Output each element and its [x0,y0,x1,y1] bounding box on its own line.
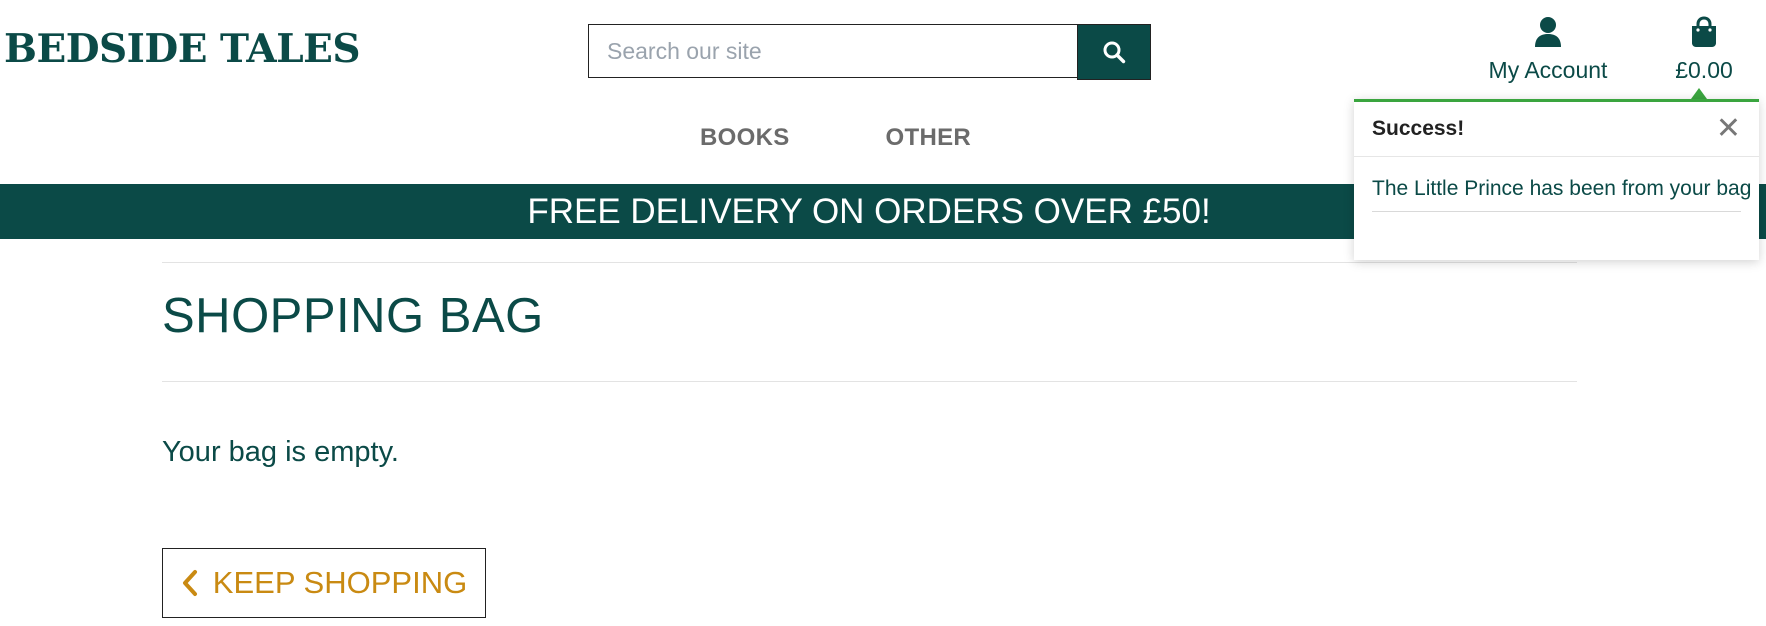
divider [162,381,1577,382]
nav-other[interactable]: OTHER [886,124,972,152]
chevron-left-icon [182,570,197,596]
my-account-link[interactable]: My Account [1474,16,1622,84]
site-logo[interactable]: BEDSIDE TALES [4,26,361,72]
delivery-banner-text: FREE DELIVERY ON ORDERS OVER £50! [527,191,1211,231]
toast-title: Success! [1372,117,1465,140]
search-icon [1103,41,1126,64]
divider [162,262,1577,263]
user-icon [1535,17,1561,47]
toast-message: The Little Prince has been from your bag [1372,177,1751,212]
search-input[interactable] [588,24,1078,78]
search-button[interactable] [1077,24,1151,80]
success-toast: Success! ✕ The Little Prince has been fr… [1354,99,1759,260]
toast-body: The Little Prince has been from your bag [1354,157,1759,212]
keep-shopping-label: KEEP SHOPPING [212,565,468,600]
empty-bag-message: Your bag is empty. [162,436,399,468]
shopping-bag-icon [1692,16,1716,47]
close-icon[interactable]: ✕ [1716,114,1741,144]
toast-header: Success! ✕ [1354,102,1759,157]
main-nav: BOOKS OTHER [700,124,971,152]
toast-arrow [1691,88,1707,99]
nav-books[interactable]: BOOKS [700,124,790,152]
shopping-bag-link[interactable]: £0.00 [1664,16,1744,84]
my-account-label: My Account [1488,57,1608,83]
page-title: SHOPPING BAG [162,289,544,343]
bag-total: £0.00 [1675,57,1733,83]
keep-shopping-button[interactable]: KEEP SHOPPING [162,548,486,618]
